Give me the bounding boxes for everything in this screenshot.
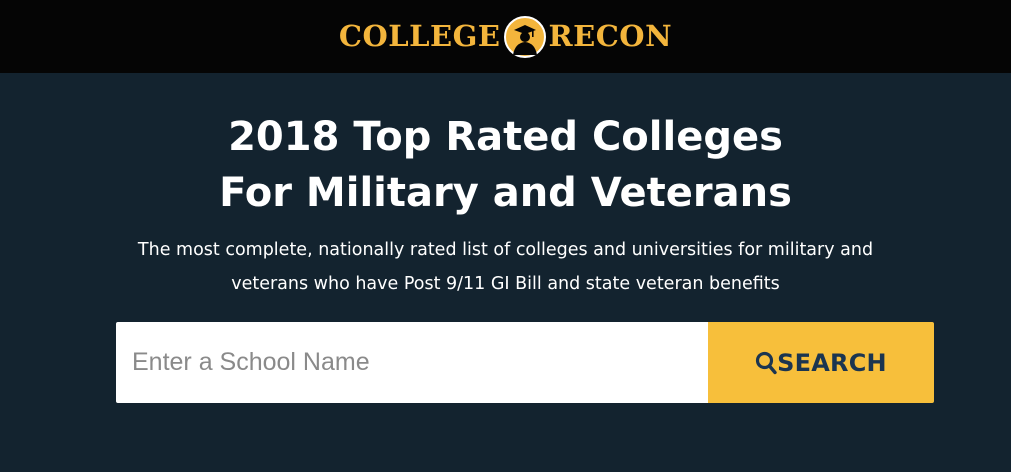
page-subtitle-line-1: The most complete, nationally rated list… [137,240,874,260]
school-search-form: SEARCH [116,322,934,403]
search-button[interactable]: SEARCH [708,322,934,403]
page-title-line-1: 2018 Top Rated Colleges [228,114,783,160]
hero-section: 2018 Top Rated Colleges For Military and… [0,73,1011,472]
graduate-silhouette-icon [503,15,546,58]
page-title: 2018 Top Rated Colleges For Military and… [0,109,1011,221]
logo-text-recon: RECON [548,19,673,53]
site-header: COLLEGE RECON [0,0,1011,73]
search-icon [756,351,777,374]
logo-text-college: COLLEGE [338,19,501,53]
site-logo[interactable]: COLLEGE RECON [339,12,672,62]
page-subtitle-line-2: veterans who have Post 9/11 GI Bill and … [231,274,780,294]
page-subtitle: The most complete, nationally rated list… [0,233,1011,301]
search-button-label: SEARCH [777,348,887,377]
page-title-line-2: For Military and Veterans [219,170,792,216]
school-search-input[interactable] [116,322,708,403]
